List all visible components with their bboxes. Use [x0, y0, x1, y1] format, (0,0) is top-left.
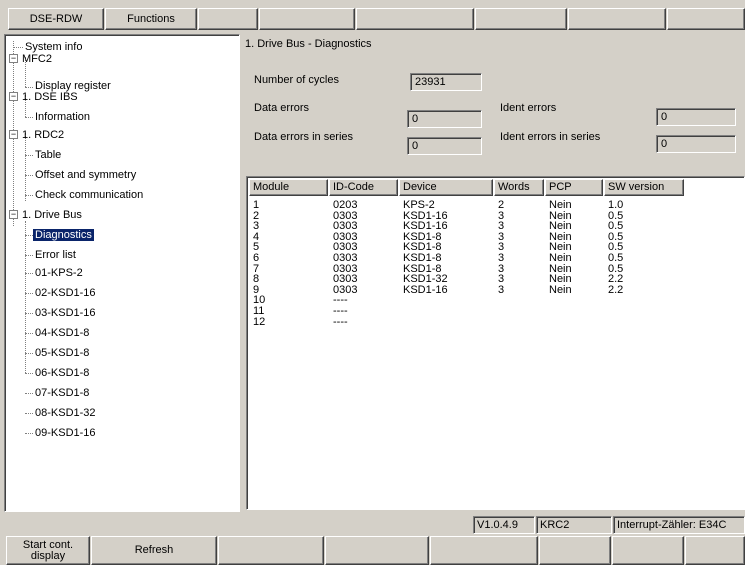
status-version: V1.0.4.9 [473, 516, 535, 534]
column-header-pcp[interactable]: PCP [545, 179, 603, 196]
tab-empty-4[interactable] [259, 8, 355, 30]
tree-connector [25, 353, 33, 354]
tree-connector [25, 273, 33, 274]
tree-connector [25, 155, 33, 156]
tree-item-module-01[interactable]: 01-KPS-2 [35, 266, 83, 280]
tree-connector [25, 133, 26, 201]
tree-item-module-04[interactable]: 04-KSD1-8 [35, 326, 89, 340]
tree-connector [25, 433, 33, 434]
panel-title: 1. Drive Bus - Diagnostics [245, 38, 372, 50]
cell-pcp: Nein [549, 283, 572, 296]
tree-item-diagnostics-label: Diagnostics [33, 229, 94, 241]
tab-empty-7[interactable] [568, 8, 666, 30]
column-header-device[interactable]: Device [399, 179, 493, 196]
collapse-icon[interactable]: − [9, 210, 18, 219]
status-bar: V1.0.4.9 KRC2 Interrupt-Zähler: E34C [0, 516, 745, 534]
tree-item-module-02[interactable]: 02-KSD1-16 [35, 286, 96, 300]
tree-item-module-05[interactable]: 05-KSD1-8 [35, 346, 89, 360]
tab-empty-3[interactable] [198, 8, 258, 30]
navigation-tree[interactable]: System info − MFC2 Display register − 1.… [4, 34, 240, 512]
tree-item-rdc2[interactable]: 1. RDC2 [22, 128, 64, 142]
softkey-empty-7[interactable] [612, 536, 684, 565]
status-controller: KRC2 [536, 516, 612, 534]
cell-module: 12 [253, 315, 266, 328]
cell-sw-version: 2.2 [608, 283, 624, 296]
tree-item-error-list[interactable]: Error list [35, 248, 76, 262]
tree-item-dse-ibs[interactable]: 1. DSE IBS [22, 90, 78, 104]
column-header-id-code[interactable]: ID-Code [329, 179, 398, 196]
tree-connector [25, 373, 33, 374]
ident-errors-series-value: 0 [656, 135, 736, 153]
tree-connector [25, 87, 33, 88]
cycles-value: 23931 [410, 73, 482, 91]
cycles-label: Number of cycles [254, 74, 339, 86]
tab-functions[interactable]: Functions [105, 8, 197, 30]
data-errors-label: Data errors [254, 102, 310, 114]
tree-connector [25, 221, 26, 373]
start-cont-display-button[interactable]: Start cont. display [6, 536, 90, 565]
status-interrupt-counter: Interrupt-Zähler: E34C [613, 516, 745, 534]
data-errors-series-label: Data errors in series [254, 131, 354, 143]
tree-connector [13, 47, 23, 48]
tree-connector [25, 333, 33, 334]
cell-id-code: ---- [333, 315, 348, 328]
module-list[interactable]: Module ID-Code Device Words PCP SW versi… [246, 176, 745, 510]
tree-item-drive-bus[interactable]: 1. Drive Bus [22, 208, 82, 222]
cell-words: 3 [498, 283, 505, 296]
tree-connector [25, 175, 33, 176]
collapse-icon[interactable]: − [9, 130, 18, 139]
status-empty [0, 516, 472, 534]
refresh-button[interactable]: Refresh [91, 536, 217, 565]
tree-connector [25, 393, 33, 394]
column-header-words[interactable]: Words [494, 179, 544, 196]
tree-item-module-09[interactable]: 09-KSD1-16 [35, 426, 96, 440]
tab-dse-rdw[interactable]: DSE-RDW [8, 8, 104, 30]
column-header-module[interactable]: Module [249, 179, 328, 196]
tree-item-table[interactable]: Table [35, 148, 61, 162]
tree-connector [25, 255, 33, 256]
tree-item-check-communication[interactable]: Check communication [35, 188, 143, 202]
tree-connector [25, 313, 33, 314]
tab-empty-6[interactable] [475, 8, 567, 30]
softkey-empty-3[interactable] [218, 536, 324, 565]
data-errors-value: 0 [407, 110, 482, 128]
diagnostics-panel: 1. Drive Bus - Diagnostics Number of cyc… [242, 34, 745, 512]
ident-errors-label: Ident errors [500, 102, 557, 114]
collapse-icon[interactable]: − [9, 92, 18, 101]
collapse-icon[interactable]: − [9, 54, 18, 63]
tree-item-module-06[interactable]: 06-KSD1-8 [35, 366, 89, 380]
tree-connector [25, 235, 33, 236]
tree-item-module-07[interactable]: 07-KSD1-8 [35, 386, 89, 400]
tree-item-diagnostics[interactable]: Diagnostics [33, 228, 94, 242]
tab-empty-5[interactable] [356, 8, 474, 30]
tree-item-mfc2[interactable]: MFC2 [22, 52, 52, 66]
tree-connector [25, 413, 33, 414]
tree-connector [25, 293, 33, 294]
softkey-empty-6[interactable] [539, 536, 611, 565]
softkey-empty-5[interactable] [430, 536, 538, 565]
softkey-empty-8[interactable] [685, 536, 745, 565]
tree-item-module-08[interactable]: 08-KSD1-32 [35, 406, 96, 420]
softkey-empty-4[interactable] [325, 536, 429, 565]
ident-errors-series-label: Ident errors in series [500, 131, 601, 143]
tree-item-offset-symmetry[interactable]: Offset and symmetry [35, 168, 136, 182]
top-softkey-bar: DSE-RDW Functions [0, 0, 745, 30]
tree-item-information[interactable]: Information [35, 110, 90, 124]
tree-connector [25, 117, 33, 118]
data-errors-series-value: 0 [407, 137, 482, 155]
tab-empty-8[interactable] [667, 8, 745, 30]
bottom-softkey-bar: Start cont. display Refresh [0, 536, 745, 565]
column-header-sw-version[interactable]: SW version [604, 179, 684, 196]
tree-connector [25, 195, 33, 196]
tree-item-module-03[interactable]: 03-KSD1-16 [35, 306, 96, 320]
cell-device: KSD1-16 [403, 283, 448, 296]
ident-errors-value: 0 [656, 108, 736, 126]
